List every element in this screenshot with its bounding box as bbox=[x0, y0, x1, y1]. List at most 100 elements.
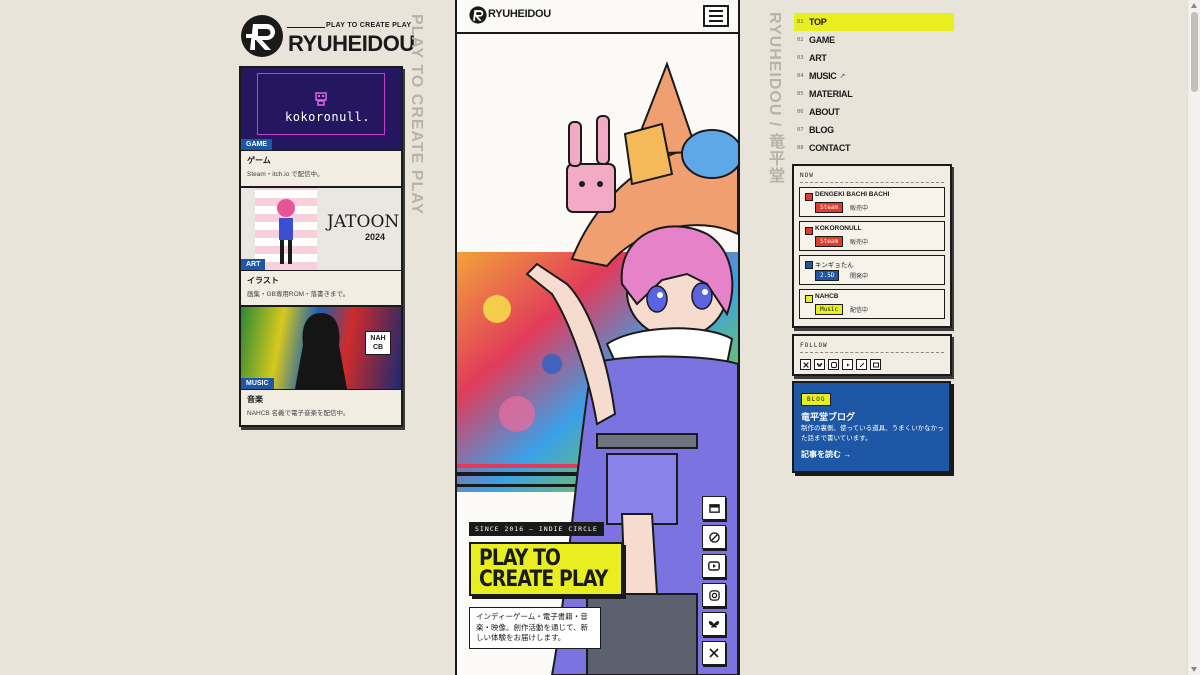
nav-num: 06 bbox=[797, 109, 804, 115]
nav-item-contact[interactable]: 08 CONTACT bbox=[794, 139, 954, 157]
now-item-name: キンギョたん bbox=[815, 262, 854, 269]
now-item-status: 配信中 bbox=[850, 308, 869, 314]
logo-tagline: PLAY TO CREATE PLAY bbox=[326, 22, 412, 29]
card-game-badge: GAME bbox=[241, 139, 272, 150]
nav-label: GAME bbox=[809, 35, 835, 45]
pixiv-icon[interactable] bbox=[856, 359, 867, 370]
site-logo[interactable]: PLAY TO CREATE PLAY RYUHEIDOU bbox=[240, 14, 415, 58]
blog-card[interactable]: BLOG 竜平堂ブログ 制作の裏側、使っている道具、うまくいかなかった話まで書い… bbox=[792, 381, 951, 473]
instagram-icon[interactable] bbox=[828, 359, 839, 370]
youtube-icon[interactable] bbox=[842, 359, 853, 370]
nav-item-about[interactable]: 06 ABOUT bbox=[794, 103, 954, 121]
nav-label: CONTACT bbox=[809, 143, 851, 153]
card-music-thumbnail: NAHCB MUSIC bbox=[241, 307, 401, 390]
page-scrollbar[interactable] bbox=[1187, 0, 1200, 675]
card-art[interactable]: JATOON 2024 ART イラスト 画集・GB専用ROM・落書きまで。 bbox=[239, 186, 403, 308]
now-heading: NOW bbox=[800, 172, 944, 183]
bluesky-icon[interactable] bbox=[702, 612, 726, 636]
card-game-title: ゲーム bbox=[247, 156, 271, 165]
hero-intro: インディーゲーム・電子書籍・音楽・映像。創作活動を通じて、新しい体験をお届けしま… bbox=[469, 607, 601, 649]
card-game-thumb-text: kokoronull. bbox=[285, 110, 370, 124]
mobile-social-icons bbox=[702, 496, 726, 670]
nav-item-art[interactable]: 03 ART bbox=[794, 49, 954, 67]
status-square bbox=[805, 193, 813, 201]
x-icon[interactable] bbox=[702, 641, 726, 665]
card-art-thumbnail: JATOON 2024 ART bbox=[241, 188, 401, 271]
nav-num: 01 bbox=[797, 19, 804, 25]
instagram-icon[interactable] bbox=[702, 583, 726, 607]
youtube-icon[interactable] bbox=[702, 554, 726, 578]
external-link-icon: ↗ bbox=[839, 73, 846, 80]
hamburger-menu-button[interactable] bbox=[703, 5, 729, 27]
card-music-badge: MUSIC bbox=[241, 378, 274, 389]
hero-headline: PLAY TO CREATE PLAY bbox=[469, 542, 623, 596]
now-item-status: 開発中 bbox=[850, 274, 869, 280]
now-item-status: 販売中 bbox=[850, 206, 869, 212]
card-game-desc: Steam・itch.io で配信中。 bbox=[247, 171, 324, 178]
nav-num: 03 bbox=[797, 55, 804, 61]
follow-icons bbox=[800, 359, 944, 370]
mobile-logo-icon bbox=[469, 6, 487, 24]
blog-tag: BLOG bbox=[801, 393, 832, 406]
card-music[interactable]: NAHCB MUSIC 音楽 NAHCB 名義で電子音楽を配信中。 bbox=[239, 305, 403, 427]
follow-heading: FOLLOW bbox=[800, 342, 944, 353]
bluesky-icon[interactable] bbox=[814, 359, 825, 370]
now-item[interactable]: KOKORONULL Steam 販売中 bbox=[799, 221, 945, 251]
store-icon[interactable] bbox=[870, 359, 881, 370]
nav-item-material[interactable]: 05 MATERIAL bbox=[794, 85, 954, 103]
robot-icon bbox=[315, 92, 327, 106]
scrollbar-thumb[interactable] bbox=[1191, 12, 1198, 92]
now-panel: NOW DENGEKI BACHI BACHI Steam 販売中 KOKORO… bbox=[792, 164, 952, 328]
status-square bbox=[805, 261, 813, 269]
now-item-status: 販売中 bbox=[850, 240, 869, 246]
nav-label: MATERIAL bbox=[809, 89, 853, 99]
x-icon[interactable] bbox=[800, 359, 811, 370]
card-art-thumb-sub: 2024 bbox=[365, 232, 386, 242]
card-art-thumb-text: JATOON bbox=[327, 212, 400, 232]
logo-emblem-icon bbox=[241, 15, 283, 57]
logo-wordmark: RYUHEIDOU bbox=[288, 31, 415, 56]
nav-item-game[interactable]: 02 GAME bbox=[794, 31, 954, 49]
hero-headline-line-1: PLAY TO bbox=[479, 546, 561, 571]
nav-num: 04 bbox=[797, 73, 804, 79]
follow-panel: FOLLOW bbox=[792, 334, 952, 376]
hero-headline-line-2: CREATE PLAY bbox=[479, 567, 608, 592]
scroll-down-arrow-icon[interactable] bbox=[1191, 667, 1197, 672]
mobile-preview: RYUHEIDOU SINCE 2016 — INDIE CIRCLE PLAY… bbox=[455, 0, 740, 675]
nav-num: 07 bbox=[797, 127, 804, 133]
mobile-header: RYUHEIDOU bbox=[457, 0, 738, 34]
pixiv-icon[interactable] bbox=[702, 525, 726, 549]
nav-num: 02 bbox=[797, 37, 804, 43]
vertical-tagline-left: PLAY TO CREATE PLAY bbox=[408, 14, 425, 215]
nav-label: TOP bbox=[809, 17, 827, 27]
platform-badge: Music bbox=[815, 304, 844, 315]
nav-label: ART bbox=[809, 53, 827, 63]
platform-badge: Steam bbox=[815, 236, 844, 247]
nav-label: BLOG bbox=[809, 125, 834, 135]
platform-badge: Steam bbox=[815, 202, 844, 213]
nav-item-music[interactable]: 04 MUSIC ↗ bbox=[794, 67, 954, 85]
store-icon[interactable] bbox=[702, 496, 726, 520]
now-item-name: KOKORONULL bbox=[815, 225, 862, 232]
status-square bbox=[805, 295, 813, 303]
now-item[interactable]: NAHCB Music 配信中 bbox=[799, 289, 945, 319]
card-game[interactable]: kokoronull. GAME ゲーム Steam・itch.io で配信中。 bbox=[239, 66, 403, 188]
nav-item-blog[interactable]: 07 BLOG bbox=[794, 121, 954, 139]
blog-read-link[interactable]: 記事を読む → bbox=[801, 449, 851, 460]
vertical-tagline-right: RYUHEIDOU / 竜平堂 bbox=[766, 12, 783, 184]
nav-item-top[interactable]: 01 TOP bbox=[794, 13, 954, 31]
now-item-name: NAHCB bbox=[815, 293, 839, 300]
card-music-title: 音楽 bbox=[247, 395, 263, 404]
logo-divider bbox=[287, 27, 325, 28]
blog-title: 竜平堂ブログ bbox=[801, 412, 856, 422]
now-item[interactable]: DENGEKI BACHI BACHI Steam 販売中 bbox=[799, 187, 945, 217]
now-item-name: DENGEKI BACHI BACHI bbox=[815, 191, 890, 198]
card-music-desc: NAHCB 名義で電子音楽を配信中。 bbox=[247, 410, 350, 417]
art-character-icon bbox=[277, 199, 295, 264]
nav-num: 08 bbox=[797, 145, 804, 151]
nav-label: MUSIC bbox=[809, 71, 837, 81]
scroll-up-arrow-icon[interactable] bbox=[1191, 3, 1197, 8]
now-item[interactable]: キンギョたん 2.5D 開発中 bbox=[799, 255, 945, 285]
mobile-wordmark[interactable]: RYUHEIDOU bbox=[488, 8, 551, 20]
card-game-thumbnail: kokoronull. GAME bbox=[241, 68, 401, 151]
